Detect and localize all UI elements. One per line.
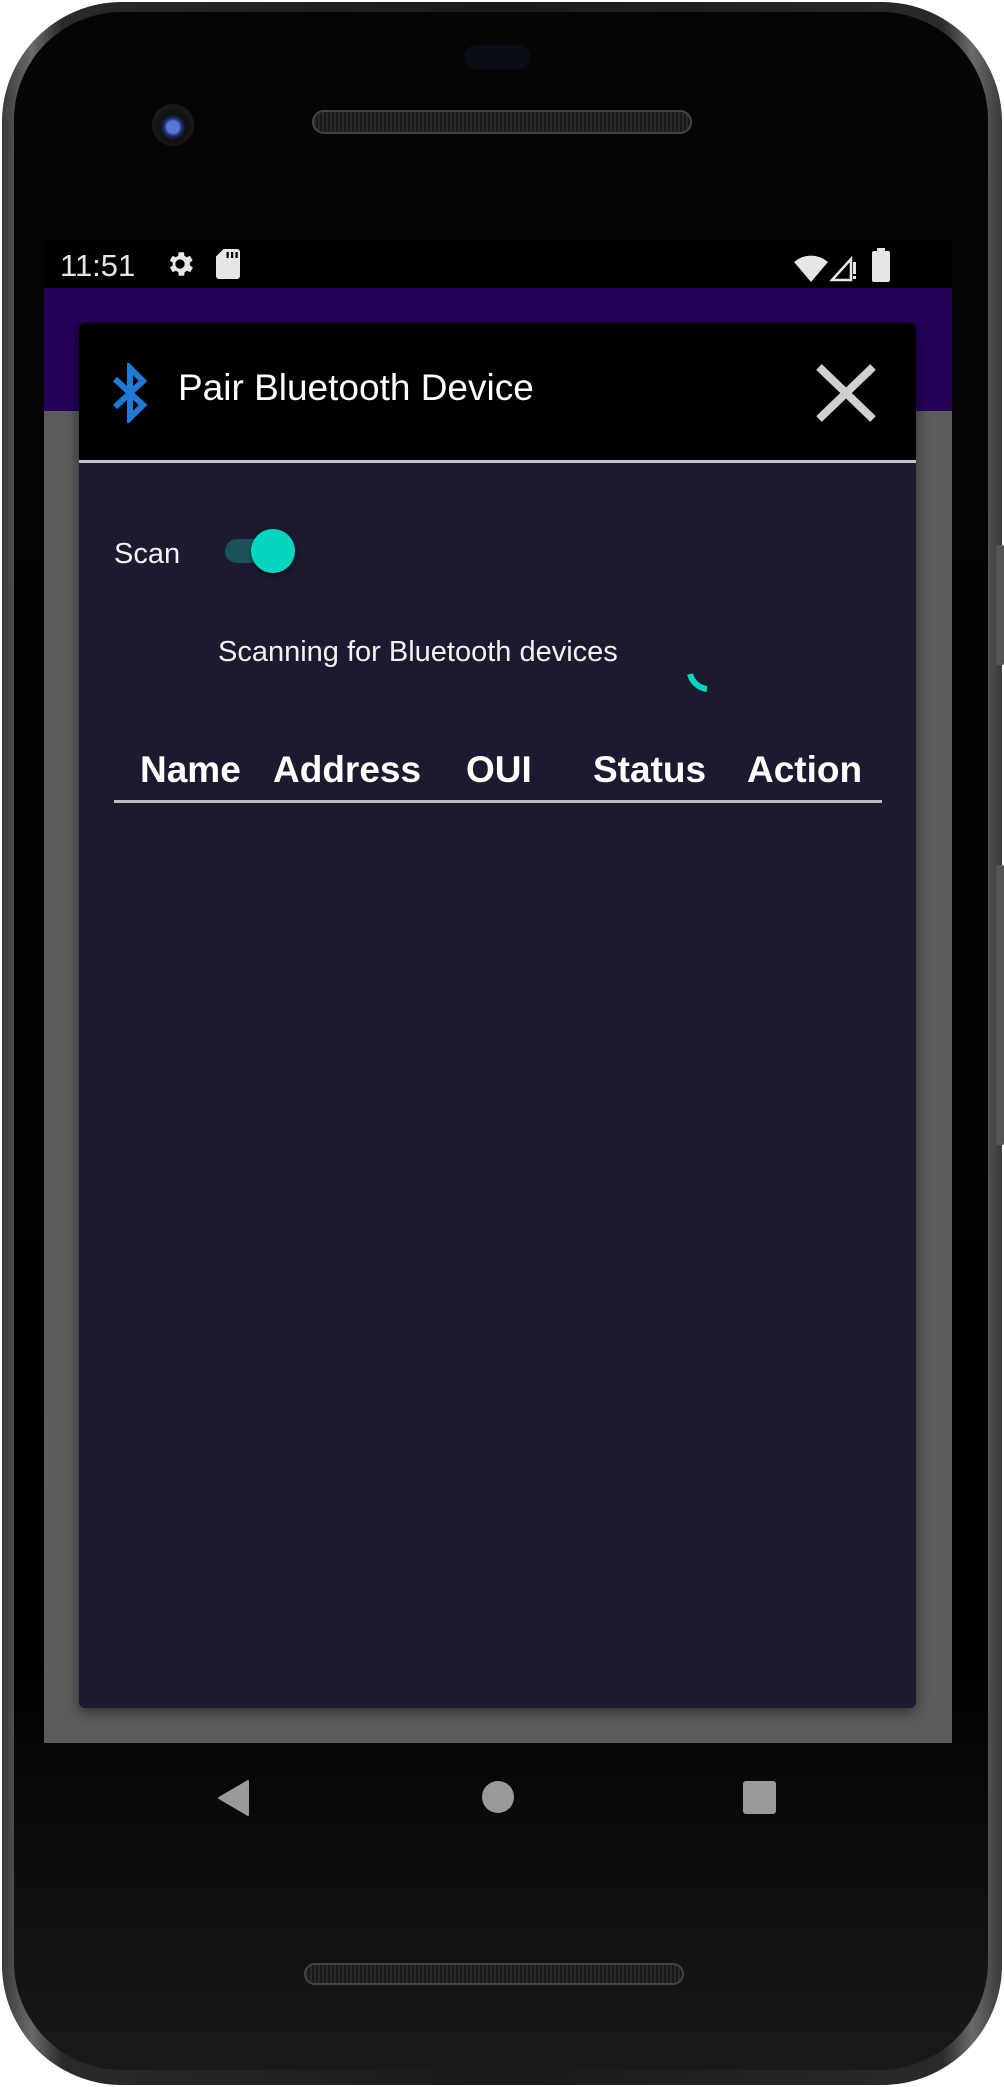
loading-spinner-icon	[687, 673, 708, 692]
back-icon	[218, 1780, 249, 1816]
power-button	[996, 545, 1004, 665]
column-header-name: Name	[140, 749, 241, 790]
dialog-header: Pair Bluetooth Device	[79, 323, 916, 463]
recents-icon	[743, 1781, 776, 1814]
pair-bluetooth-dialog: Pair Bluetooth Device Scan Scanning for …	[79, 323, 916, 1708]
sd-card-icon	[216, 249, 240, 279]
phone-frame: 11:51 Pair Bluetooth Device Scan Scannin…	[0, 0, 1004, 2087]
bluetooth-icon	[112, 363, 148, 423]
scan-label: Scan	[114, 538, 181, 570]
close-icon	[816, 364, 876, 422]
scan-status-text: Scanning for Bluetooth devices	[218, 636, 618, 668]
column-header-action: Action	[747, 749, 863, 790]
back-button[interactable]	[216, 1779, 252, 1817]
status-bar: 11:51	[44, 240, 952, 288]
toggle-thumb	[251, 529, 295, 573]
column-header-oui: OUI	[466, 749, 532, 790]
device-table-body	[114, 806, 882, 1686]
screen: 11:51 Pair Bluetooth Device Scan Scannin…	[44, 240, 952, 1743]
wifi-icon	[794, 255, 828, 282]
cell-signal-no-data-icon	[829, 255, 856, 282]
column-header-address: Address	[273, 749, 422, 790]
device-table-header: Name Address OUI Status Action	[114, 741, 882, 803]
dialog-title: Pair Bluetooth Device	[178, 367, 534, 408]
close-button[interactable]	[815, 363, 877, 423]
navigation-bar	[0, 1743, 1004, 1853]
home-icon	[482, 1781, 514, 1813]
volume-button	[996, 865, 1004, 1145]
bottom-speaker	[304, 1963, 684, 1985]
gear-icon	[169, 252, 193, 276]
status-time: 11:51	[60, 248, 136, 283]
recents-button[interactable]	[742, 1780, 777, 1815]
proximity-sensor	[464, 45, 530, 69]
column-header-status: Status	[593, 749, 707, 790]
earpiece-speaker	[312, 110, 692, 134]
battery-icon	[872, 248, 890, 282]
scan-toggle[interactable]	[225, 526, 301, 574]
home-button[interactable]	[481, 1780, 515, 1814]
front-camera	[152, 104, 194, 146]
